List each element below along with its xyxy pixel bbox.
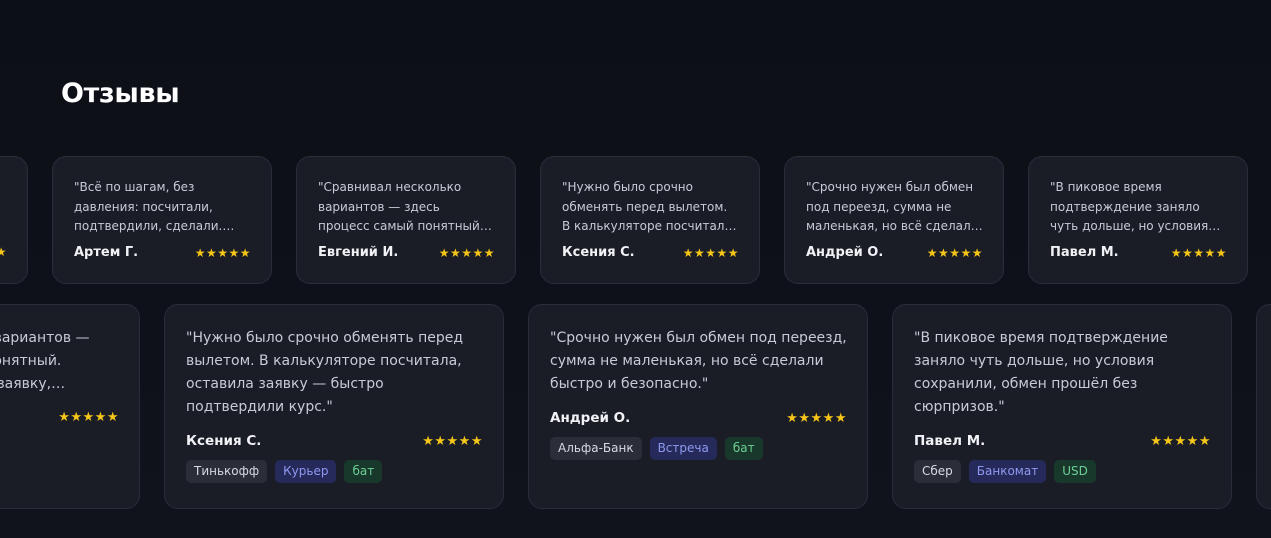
review-quote: "Всё по шагам, без давления: посчитали, … xyxy=(74,180,223,233)
currency-tag: USD xyxy=(1054,460,1096,483)
review-card[interactable]: "В пиковое время подтверждение заняло чу… xyxy=(892,304,1232,509)
currency-tag: бат xyxy=(724,437,763,460)
review-card[interactable]: "Срочно нужен был обмен под переезд, сум… xyxy=(784,156,1004,284)
method-tag: Банкомат xyxy=(968,460,1047,483)
review-card[interactable]: "Сравнивал несколько вариантов — здесь п… xyxy=(0,304,140,509)
review-tags: Тинькофф Курьер бат xyxy=(186,460,483,483)
review-author: Андрей О. xyxy=(550,410,631,426)
review-author: Артем Г. xyxy=(74,245,139,260)
review-quote: "Сравнивал несколько вариантов — здесь п… xyxy=(318,180,484,233)
review-author: Ксения С. xyxy=(186,433,262,449)
rating-stars-icon: ★★★★★ xyxy=(0,245,7,259)
rating-stars-icon: ★★★★★ xyxy=(58,410,119,425)
rating-stars-icon: ★★★★★ xyxy=(422,433,483,449)
rating-stars-icon: ★★★★★ xyxy=(438,245,495,260)
method-tag: Встреча xyxy=(649,437,717,460)
review-quote: "В пиковое время подтверждение заняло чу… xyxy=(914,330,1168,415)
rating-stars-icon: ★★★★★ xyxy=(1170,245,1227,260)
review-quote: "В пиковое время подтверждение заняло чу… xyxy=(1050,180,1209,233)
review-author: Андрей О. xyxy=(806,245,884,260)
review-tags: Сбер Банкомат USD xyxy=(914,460,1211,483)
review-card[interactable]: "Срочно нужен был обмен под переезд, сум… xyxy=(528,304,868,509)
review-author: Павел М. xyxy=(914,433,986,449)
review-author: Павел М. xyxy=(1050,245,1119,260)
rating-stars-icon: ★★★★★ xyxy=(926,245,983,260)
rating-stars-icon: ★★★★★ xyxy=(194,245,251,260)
currency-tag: бат xyxy=(344,460,383,483)
review-quote: "Нужно было срочно обменять перед вылето… xyxy=(562,180,736,233)
review-quote: "Сравнивал несколько вариантов — здесь п… xyxy=(0,330,90,392)
rating-stars-icon: ★★★★★ xyxy=(1150,433,1211,449)
section-title: Отзывы xyxy=(61,78,180,109)
review-card[interactable]: "Нужно было срочно обменять перед вылето… xyxy=(540,156,760,284)
review-quote xyxy=(0,178,7,237)
rating-stars-icon: ★★★★★ xyxy=(786,410,847,426)
review-card[interactable]: ★★★★★ xyxy=(0,156,28,284)
reviews-section: Отзывы ★★★★★ "Всё по шагам, без давления… xyxy=(0,0,1271,538)
bank-tag: Альфа-Банк xyxy=(550,437,642,460)
review-tags: Альфа-Банк Встреча бат xyxy=(550,437,847,460)
review-quote: "Срочно нужен был обмен под переезд, сум… xyxy=(550,330,847,392)
review-card[interactable]: "Сравнивал несколько вариантов — здесь п… xyxy=(296,156,516,284)
review-author: Евгений И. xyxy=(318,245,399,260)
method-tag: Курьер xyxy=(275,460,337,483)
review-card[interactable]: "Всё по шагам, без давления: посчитали, … xyxy=(52,156,272,284)
review-quote: "Нужно было срочно обменять перед вылето… xyxy=(186,330,464,415)
review-card[interactable] xyxy=(1256,304,1271,509)
review-card[interactable]: "В пиковое время подтверждение заняло чу… xyxy=(1028,156,1248,284)
bank-tag: Сбер xyxy=(914,460,961,483)
rating-stars-icon: ★★★★★ xyxy=(682,245,739,260)
review-author: Ксения С. xyxy=(562,245,635,260)
review-quote: "Срочно нужен был обмен под переезд, сум… xyxy=(806,180,979,233)
review-card[interactable]: "Нужно было срочно обменять перед вылето… xyxy=(164,304,504,509)
bank-tag: Тинькофф xyxy=(186,460,268,483)
